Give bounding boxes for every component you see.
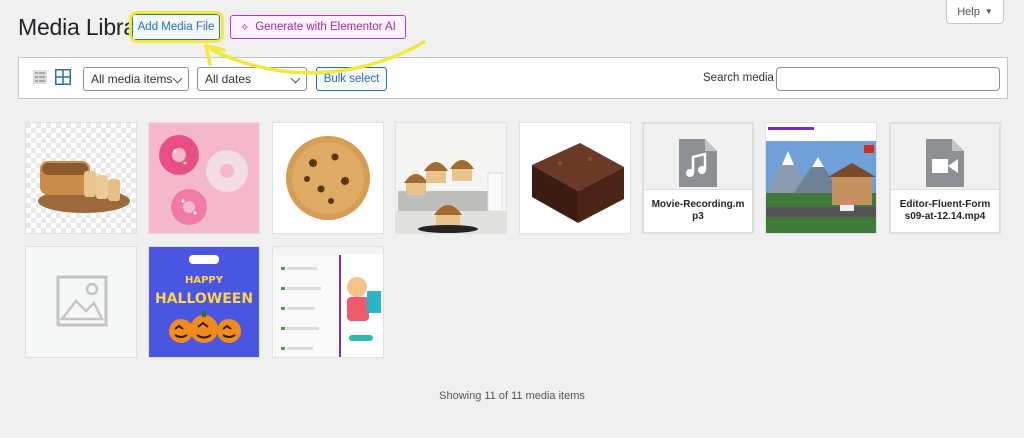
halloween-thumbnail: HAPPY HALLOWEEN	[149, 247, 259, 357]
audio-file-icon	[679, 139, 717, 187]
generate-ai-button[interactable]: ✧ Generate with Elementor AI	[230, 15, 406, 39]
chevron-down-icon	[290, 73, 301, 84]
media-type-filter-value: All media items	[91, 72, 173, 86]
date-filter[interactable]: All dates	[197, 67, 307, 91]
media-item-audio[interactable]: Movie-Recording.mp3	[643, 123, 753, 233]
placeholder-thumbnail	[26, 247, 136, 357]
media-item-video[interactable]: Editor-Fluent-Forms09-at-12.14.mp4	[890, 123, 1000, 233]
media-item-cookie[interactable]	[273, 123, 383, 233]
file-name: Movie-Recording.mp3	[644, 190, 752, 232]
muffins-thumbnail	[396, 123, 506, 233]
media-type-filter[interactable]: All media items	[83, 67, 189, 91]
media-item-video-thumbnail[interactable]	[766, 123, 876, 233]
media-item-halloween[interactable]: HAPPY HALLOWEEN	[149, 247, 259, 357]
halloween-text-main: HALLOWEEN	[155, 291, 253, 307]
generate-ai-label: Generate with Elementor AI	[255, 21, 396, 33]
media-toolbar: All media items All dates Bulk select Se…	[18, 57, 1008, 99]
media-item-forms-screenshot[interactable]	[273, 247, 383, 357]
help-label: Help	[957, 5, 980, 18]
donuts-thumbnail	[149, 123, 259, 233]
help-button[interactable]: Help ▼	[946, 0, 1004, 24]
add-media-file-button[interactable]: Add Media File	[132, 14, 220, 40]
brownie-thumbnail	[520, 123, 630, 233]
file-name: Editor-Fluent-Forms09-at-12.14.mp4	[891, 190, 999, 232]
search-input[interactable]	[776, 67, 1000, 91]
forms-screenshot-thumbnail	[273, 247, 383, 357]
date-filter-value: All dates	[205, 72, 252, 86]
media-count-status: Showing 11 of 11 media items	[439, 390, 585, 402]
caret-down-icon: ▼	[984, 7, 993, 16]
chevron-down-icon	[172, 73, 183, 84]
search-label: Search media	[703, 72, 774, 84]
bulk-select-button[interactable]: Bulk select	[316, 67, 387, 91]
halloween-text-top: HAPPY	[185, 275, 224, 286]
sparkle-icon: ✧	[240, 21, 250, 34]
media-item-muffins[interactable]	[396, 123, 506, 233]
grid-view-icon[interactable]	[55, 69, 71, 85]
list-view-icon[interactable]	[33, 70, 47, 84]
cookie-thumbnail	[273, 123, 383, 233]
media-item-placeholder[interactable]	[26, 247, 136, 357]
media-item-donuts[interactable]	[149, 123, 259, 233]
media-item-brownie[interactable]	[520, 123, 630, 233]
media-item-bread[interactable]	[26, 123, 136, 233]
mountain-video-thumbnail	[766, 123, 876, 233]
bread-thumbnail	[26, 123, 136, 233]
video-file-icon	[926, 139, 964, 187]
